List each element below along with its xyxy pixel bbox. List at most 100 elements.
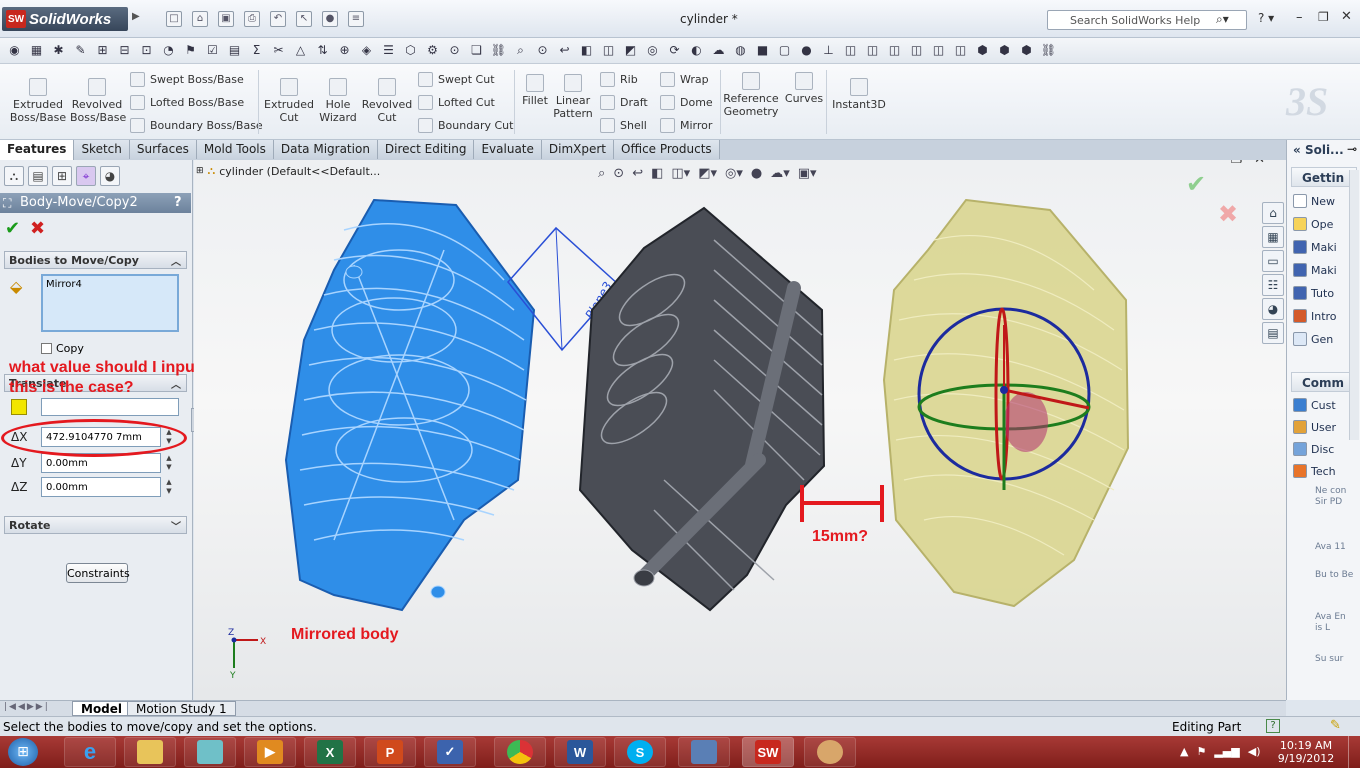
tab-model[interactable]: Model [72,701,132,716]
gray-body[interactable] [578,206,826,612]
checkbox-icon[interactable]: ☑ [204,42,221,59]
collapse-icon[interactable]: ︿ [171,253,181,268]
clock[interactable]: 10:19 AM 9/19/2012 [1276,739,1336,765]
news-item[interactable]: Ava En is L [1315,612,1355,634]
tab-data-migration[interactable]: Data Migration [273,140,378,159]
gear2-icon[interactable]: ⚙ [424,42,441,59]
checkbox-icon[interactable] [41,343,52,354]
fillet-button[interactable]: Fillet [518,74,552,107]
file-explorer-icon[interactable]: ▭ [1262,250,1284,272]
clock-icon[interactable]: ◔ [160,42,177,59]
taskbar-excel[interactable]: X [304,737,356,767]
start-button[interactable]: ⊞ [8,738,38,766]
rib-button[interactable]: Rib [600,72,638,87]
tab-motion-study[interactable]: Motion Study 1 [127,701,236,716]
rebuild-icon[interactable]: ● [322,11,338,27]
tab-surfaces[interactable]: Surfaces [129,140,197,159]
copy-icon[interactable]: ❏ [468,42,485,59]
news-item[interactable]: Bu to Be [1315,570,1355,581]
settings-icon[interactable]: ✱ [50,42,67,59]
tab-evaluate[interactable]: Evaluate [474,140,542,159]
triangle-icon[interactable]: △ [292,42,309,59]
home-icon[interactable]: ⌂ [1262,202,1284,224]
shaded-icon[interactable]: ■ [754,42,771,59]
tab-sketch[interactable]: Sketch [74,140,130,159]
table-icon[interactable]: ⊟ [116,42,133,59]
view-palette-icon[interactable]: ☷ [1262,274,1284,296]
feature-tree-icon[interactable]: ⛬ [4,166,24,186]
select-icon[interactable]: ↖ [296,11,312,27]
taskbar-explorer[interactable] [124,737,176,767]
appearances-icon[interactable]: ◕ [1262,298,1284,320]
hole-wizard-button[interactable]: Hole Wizard [318,78,358,124]
translucent-copy-body[interactable] [882,198,1130,608]
signal-icon[interactable]: ▂▄▆ [1214,745,1239,758]
grid-icon[interactable]: ▦ [28,42,45,59]
taskbar-word[interactable]: W [554,737,606,767]
taskbar-notes[interactable] [184,737,236,767]
bodies-selection-box[interactable]: Mirror4 [41,274,179,332]
view-orient-icon[interactable]: ◫ [600,42,617,59]
tab-scroll-arrows[interactable]: |◀◀▶▶| [4,702,50,712]
ok-circle-icon[interactable]: ⊙ [446,42,463,59]
scene-icon[interactable]: ☁ [710,42,727,59]
taskbar-ie[interactable]: e [64,737,116,767]
cancel-button[interactable]: ✖ [30,218,45,239]
part-icon[interactable]: ⬡ [402,42,419,59]
ok-button[interactable]: ✔ [5,218,20,239]
help-button[interactable]: ? [174,195,182,210]
configuration-icon[interactable]: ⊞ [52,166,72,186]
tab-mold-tools[interactable]: Mold Tools [196,140,274,159]
tp-community-tech[interactable]: Tech [1293,464,1336,478]
menu-arrow-icon[interactable]: ▶ [132,11,140,22]
arrows-icon[interactable]: ⇅ [314,42,331,59]
wire-icon[interactable]: ▢ [776,42,793,59]
zoom-fit-icon[interactable]: ⌕ [512,42,529,59]
list-icon[interactable]: ☰ [380,42,397,59]
options-icon[interactable]: ≡ [348,11,364,27]
extruded-cut-button[interactable]: Extruded Cut [262,78,316,124]
tp-item-open[interactable]: Ope [1293,217,1333,231]
tab-dimxpert[interactable]: DimXpert [541,140,615,159]
top-view-icon[interactable]: ◫ [930,42,947,59]
restore-icon[interactable]: ❐ [1318,10,1329,24]
tab-direct-editing[interactable]: Direct Editing [377,140,475,159]
tools-icon[interactable]: ✂ [270,42,287,59]
swept-cut-button[interactable]: Swept Cut [418,72,495,87]
bottom-view-icon[interactable]: ◫ [952,42,969,59]
sum-icon[interactable]: Σ [248,42,265,59]
photo-icon[interactable]: ◈ [358,42,375,59]
tab-features[interactable]: Features [0,140,75,160]
tab-office-products[interactable]: Office Products [614,140,720,159]
spell-icon[interactable]: ✎ [72,42,89,59]
dome-button[interactable]: Dome [660,95,713,110]
close-icon[interactable]: ✕ [1341,9,1352,24]
dimetric-icon[interactable]: ⬢ [996,42,1013,59]
selected-body-item[interactable]: Mirror4 [46,279,82,290]
right-view-icon[interactable]: ◫ [908,42,925,59]
mirrored-blue-body[interactable] [284,198,536,612]
dz-input[interactable]: 0.00mm [41,477,161,497]
bodies-group-header[interactable]: Bodies to Move/Copy ︿ [4,251,187,269]
swept-boss-button[interactable]: Swept Boss/Base [130,72,244,87]
taskbar-solidworks[interactable]: SW [742,737,794,767]
tp-item-general[interactable]: Gen [1293,332,1333,346]
mirror-button[interactable]: Mirror [660,118,712,133]
boundary-boss-button[interactable]: Boundary Boss/Base [130,118,263,133]
hide-show-icon[interactable]: ◎ [644,42,661,59]
tp-item-making-2[interactable]: Maki [1293,263,1337,277]
design-library-icon[interactable]: ▦ [1262,226,1284,248]
link2-icon[interactable]: ⛓ [490,42,507,59]
dimension-icon[interactable]: ⊡ [138,42,155,59]
section-icon[interactable]: ◧ [578,42,595,59]
minimize-icon[interactable]: – [1296,10,1303,25]
tp-item-new[interactable]: New [1293,194,1335,208]
flag-icon[interactable]: ⚑ [1196,745,1206,758]
news-item[interactable]: Ava 11 [1315,542,1355,553]
left-view-icon[interactable]: ◫ [886,42,903,59]
wrap-button[interactable]: Wrap [660,72,709,87]
copy-checkbox[interactable]: Copy [41,342,84,355]
getting-started-header[interactable]: Gettin [1291,167,1357,187]
link-view-icon[interactable]: ⛓ [1040,42,1057,59]
appearance-icon[interactable]: ◐ [688,42,705,59]
